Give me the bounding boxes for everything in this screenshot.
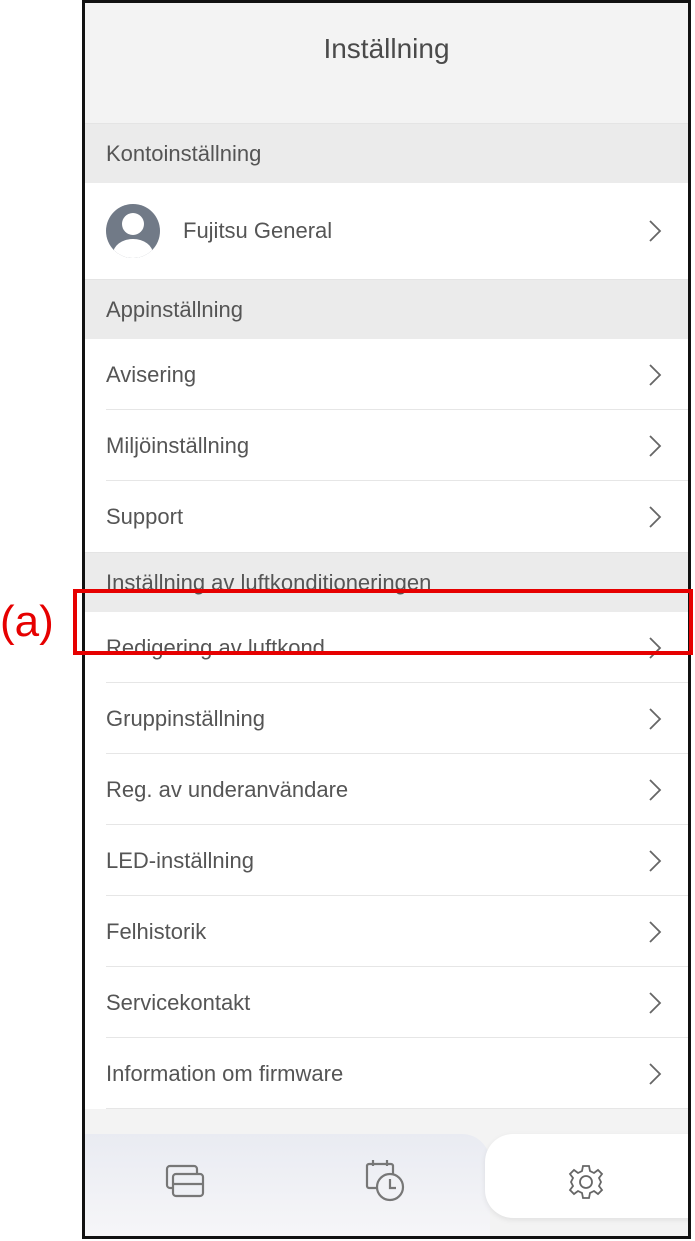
menu-item-label: Felhistorik (106, 918, 207, 944)
menu-item-label: Redigering av luftkond. (106, 634, 332, 660)
header: Inställning (85, 3, 688, 123)
menu-item-gruppinstallning[interactable]: Gruppinställning (85, 683, 688, 754)
chevron-right-icon (649, 363, 662, 386)
timer-icon (365, 1160, 405, 1202)
tab-devices[interactable] (155, 1152, 215, 1212)
chevron-right-icon (649, 920, 662, 943)
menu-item-information-om-firmware[interactable]: Information om firmware (85, 1038, 688, 1109)
account-name: Fujitsu General (183, 218, 333, 243)
chevron-right-icon (649, 434, 662, 457)
menu-item-label: LED-inställning (106, 847, 254, 873)
section-header-ac: Inställning av luftkonditioneringen (85, 552, 688, 612)
chevron-right-icon (649, 505, 662, 528)
menu-item-support[interactable]: Support (85, 481, 688, 552)
section-header-app: Appinställning (85, 279, 688, 339)
menu-item-label: Servicekontakt (106, 989, 251, 1015)
account-row[interactable]: Fujitsu General (85, 183, 688, 279)
menu-item-servicekontakt[interactable]: Servicekontakt (85, 967, 688, 1038)
phone-screen: Inställning Kontoinställning Fujitsu Gen… (82, 0, 691, 1239)
tab-settings[interactable] (556, 1152, 616, 1212)
menu-item-led-installning[interactable]: LED-inställning (85, 825, 688, 896)
menu-item-label: Information om firmware (106, 1060, 344, 1086)
chevron-right-icon (649, 220, 662, 242)
section-header-account: Kontoinställning (85, 123, 688, 183)
chevron-right-icon (649, 707, 662, 730)
menu-item-felhistorik[interactable]: Felhistorik (85, 896, 688, 967)
chevron-right-icon (649, 991, 662, 1014)
menu-item-label: Support (106, 503, 184, 529)
gear-icon (568, 1165, 604, 1199)
tab-bar-background (85, 1134, 490, 1236)
menu-item-label: Gruppinställning (106, 705, 265, 731)
tab-timer[interactable] (355, 1152, 415, 1212)
bottom-tab-bar (85, 1116, 688, 1236)
menu-item-miljoinstallning[interactable]: Miljöinställning (85, 410, 688, 481)
chevron-right-icon (649, 778, 662, 801)
menu-item-redigering-av-luftkond[interactable]: Redigering av luftkond. (85, 612, 688, 683)
chevron-right-icon (649, 849, 662, 872)
page-title: Inställning (323, 33, 450, 64)
annotation-label: (a) (0, 597, 54, 646)
menu-item-reg-av-underanvandare[interactable]: Reg. av underanvändare (85, 754, 688, 825)
chevron-right-icon (649, 636, 662, 659)
avatar (106, 204, 160, 258)
menu-item-label: Reg. av underanvändare (106, 776, 349, 802)
chevron-right-icon (649, 1062, 662, 1085)
menu-item-label: Avisering (106, 361, 197, 387)
menu-item-label: Miljöinställning (106, 432, 250, 458)
menu-item-avisering[interactable]: Avisering (85, 339, 688, 410)
devices-icon (165, 1164, 205, 1198)
